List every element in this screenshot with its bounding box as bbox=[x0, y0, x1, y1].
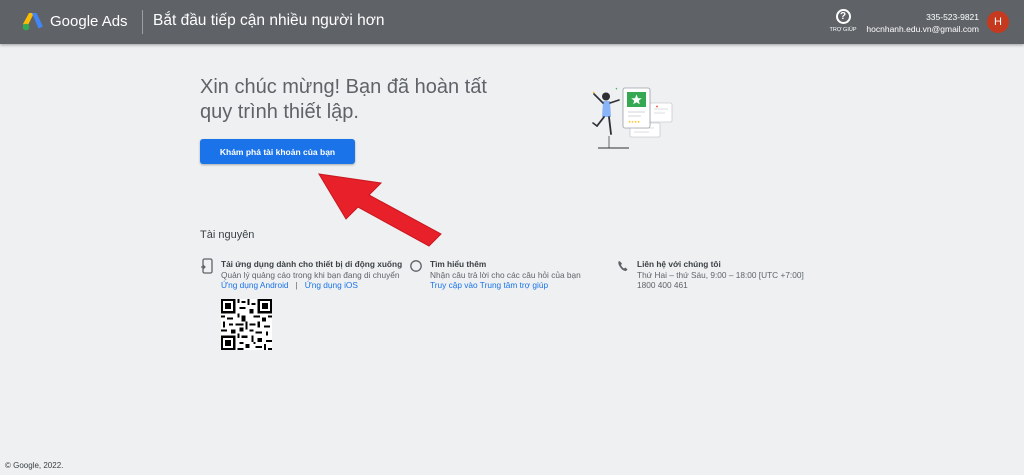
account-id: 335-523-9821 bbox=[926, 12, 979, 22]
contact-phone: 1800 400 461 bbox=[637, 280, 688, 290]
mobile-resource-title: Tải ứng dụng dành cho thiết bị di động x… bbox=[221, 259, 403, 269]
link-separator: | bbox=[295, 280, 298, 290]
brand-name[interactable]: Google Ads bbox=[50, 13, 128, 30]
help-label: TRỢ GIÚP bbox=[829, 27, 857, 33]
learn-resource-title: Tìm hiểu thêm bbox=[430, 259, 487, 269]
footer-copyright: © Google, 2022. bbox=[5, 461, 64, 470]
header-divider bbox=[142, 10, 143, 34]
ios-app-link[interactable]: Ứng dụng iOS bbox=[305, 280, 358, 290]
svg-text:✦: ✦ bbox=[615, 87, 618, 91]
mobile-download-icon bbox=[201, 258, 213, 274]
account-info[interactable]: 335-523-9821 hocnhanh.edu.vn@gmail.com bbox=[866, 11, 979, 35]
page-title: Bắt đầu tiếp cận nhiều người hơn bbox=[153, 12, 385, 29]
red-arrow-annotation bbox=[318, 173, 442, 247]
help-button[interactable]: ? TRỢ GIÚP bbox=[828, 9, 858, 33]
learn-resource-desc: Nhận câu trả lời cho các câu hỏi của bạn bbox=[430, 269, 581, 280]
avatar[interactable]: H bbox=[987, 11, 1009, 33]
android-app-link[interactable]: Ứng dụng Android bbox=[221, 280, 289, 290]
svg-text:★★★★: ★★★★ bbox=[628, 120, 640, 124]
google-ads-logo-icon[interactable] bbox=[22, 11, 44, 31]
contact-hours: Thứ Hai – thứ Sáu, 9:00 – 18:00 [UTC +7:… bbox=[637, 269, 804, 280]
top-app-bar: Google Ads Bắt đầu tiếp cận nhiều người … bbox=[0, 0, 1024, 44]
celebration-illustration: ★★★★ ✦ ✦ bbox=[592, 87, 673, 149]
contact-resource-title: Liên hệ với chúng tôi bbox=[637, 259, 721, 269]
account-email: hocnhanh.edu.vn@gmail.com bbox=[866, 24, 979, 34]
mobile-resource-desc: Quản lý quảng cáo trong khi bạn đang di … bbox=[221, 269, 400, 280]
help-center-link[interactable]: Truy cập vào Trung tâm trợ giúp bbox=[430, 280, 581, 291]
phone-icon bbox=[618, 261, 628, 271]
learn-more-icon bbox=[410, 260, 422, 272]
help-circle-icon: ? bbox=[835, 9, 851, 24]
resources-heading: Tài nguyên bbox=[200, 229, 255, 241]
congrats-heading: Xin chúc mừng! Bạn đã hoàn tất quy trình… bbox=[200, 76, 487, 123]
qr-code bbox=[221, 299, 272, 350]
explore-account-button[interactable]: Khám phá tài khoản của bạn bbox=[200, 139, 355, 164]
